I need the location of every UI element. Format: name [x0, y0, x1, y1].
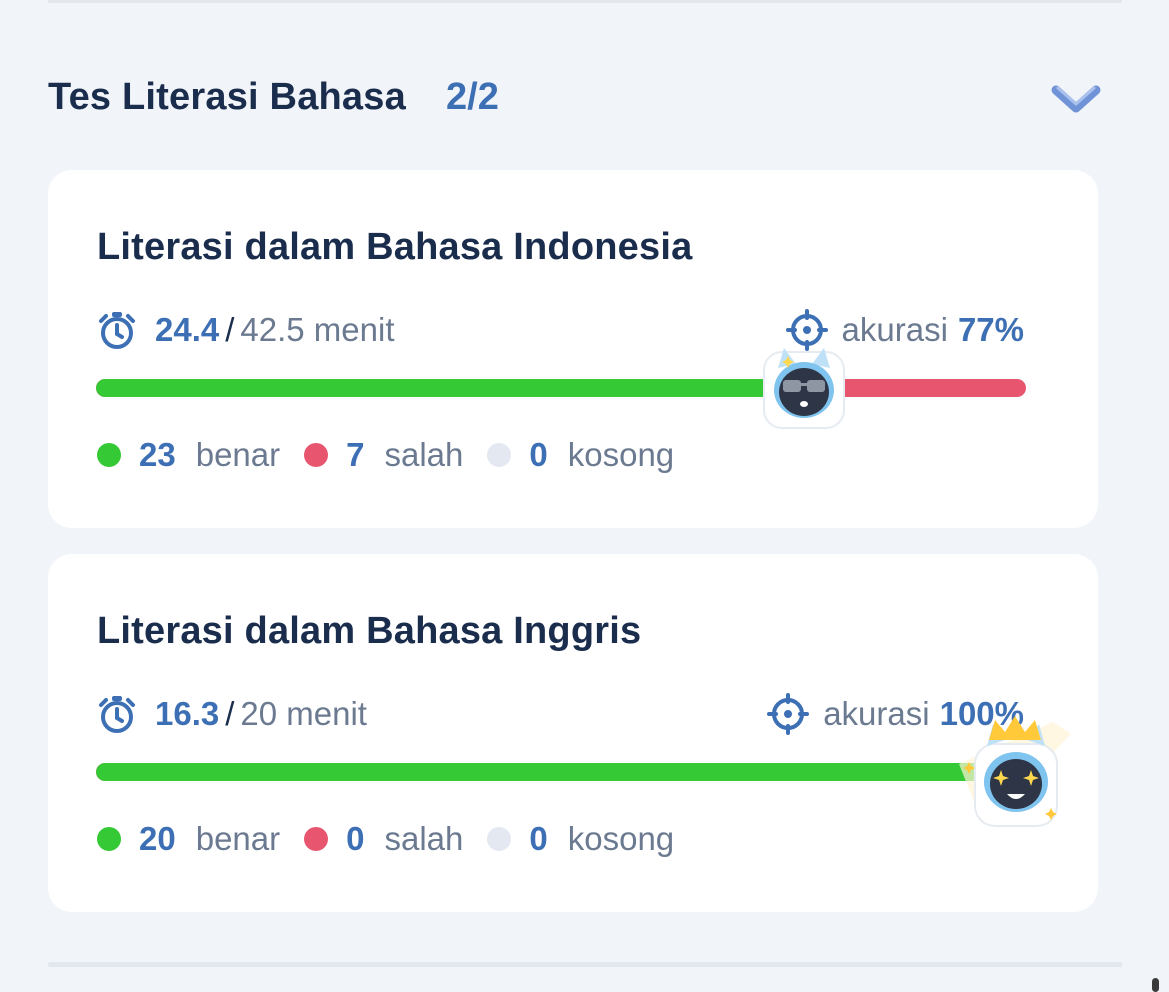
wrong-count: 7 — [346, 436, 365, 473]
time-separator: / — [225, 695, 235, 732]
time-used: 16.3 — [155, 695, 220, 732]
bottom-divider — [48, 962, 1122, 967]
empty-label: kosong — [567, 820, 675, 857]
accuracy-label: akurasi — [823, 695, 930, 732]
time-row: 16.3 / 20 menit — [97, 692, 367, 736]
empty-count: 0 — [529, 436, 548, 473]
time-separator: / — [225, 311, 235, 348]
empty-dot — [487, 827, 512, 851]
correct-label: benar — [195, 436, 281, 473]
card-title: Literasi dalam Bahasa Indonesia — [97, 226, 693, 268]
correct-label: benar — [195, 820, 281, 857]
time-used: 24.4 — [155, 311, 220, 348]
correct-dot — [97, 827, 121, 851]
accuracy-value: 77% — [957, 311, 1024, 348]
wrong-label: salah — [384, 436, 464, 473]
time-total: 20 menit — [240, 695, 367, 732]
page: Tes Literasi Bahasa 2/2 Literasi dalam B… — [0, 0, 1169, 992]
top-divider — [48, 0, 1122, 3]
card-title: Literasi dalam Bahasa Inggris — [97, 610, 642, 652]
stopwatch-icon — [99, 312, 135, 349]
result-card-inggris[interactable]: Literasi dalam Bahasa Inggris 16.3 / 20 … — [48, 554, 1098, 912]
sunglasses-mascot-icon — [763, 348, 845, 429]
accuracy-label: akurasi — [841, 311, 948, 348]
time-total: 42.5 menit — [240, 311, 395, 348]
correct-count: 20 — [139, 820, 176, 857]
correct-dot — [97, 443, 121, 467]
target-icon — [767, 693, 810, 735]
progress-bar — [96, 379, 1026, 397]
progress-fill — [96, 379, 812, 397]
wrong-dot — [304, 827, 329, 851]
time-row: 24.4 / 42.5 menit — [97, 308, 395, 352]
chevron-down-icon[interactable] — [1048, 78, 1104, 118]
result-card-indonesia[interactable]: Literasi dalam Bahasa Indonesia 24.4 / 4… — [48, 170, 1098, 528]
wrong-count: 0 — [346, 820, 365, 857]
progress-fill — [96, 763, 1026, 781]
wrong-dot — [304, 443, 329, 467]
empty-dot — [487, 443, 512, 467]
stats-row: 20 benar 0 salah 0 kosong — [97, 817, 698, 861]
stats-row: 23 benar 7 salah 0 kosong — [97, 433, 698, 477]
section-count: 2/2 — [446, 76, 499, 118]
progress-bar — [96, 763, 1026, 781]
crown-mascot-icon — [959, 716, 1071, 827]
scrollbar-thumb[interactable] — [1152, 978, 1159, 992]
wrong-label: salah — [384, 820, 464, 857]
empty-label: kosong — [567, 436, 675, 473]
section-header[interactable]: Tes Literasi Bahasa 2/2 — [48, 70, 1108, 130]
section-title: Tes Literasi Bahasa — [48, 76, 406, 118]
empty-count: 0 — [529, 820, 548, 857]
correct-count: 23 — [139, 436, 176, 473]
stopwatch-icon — [99, 696, 135, 733]
